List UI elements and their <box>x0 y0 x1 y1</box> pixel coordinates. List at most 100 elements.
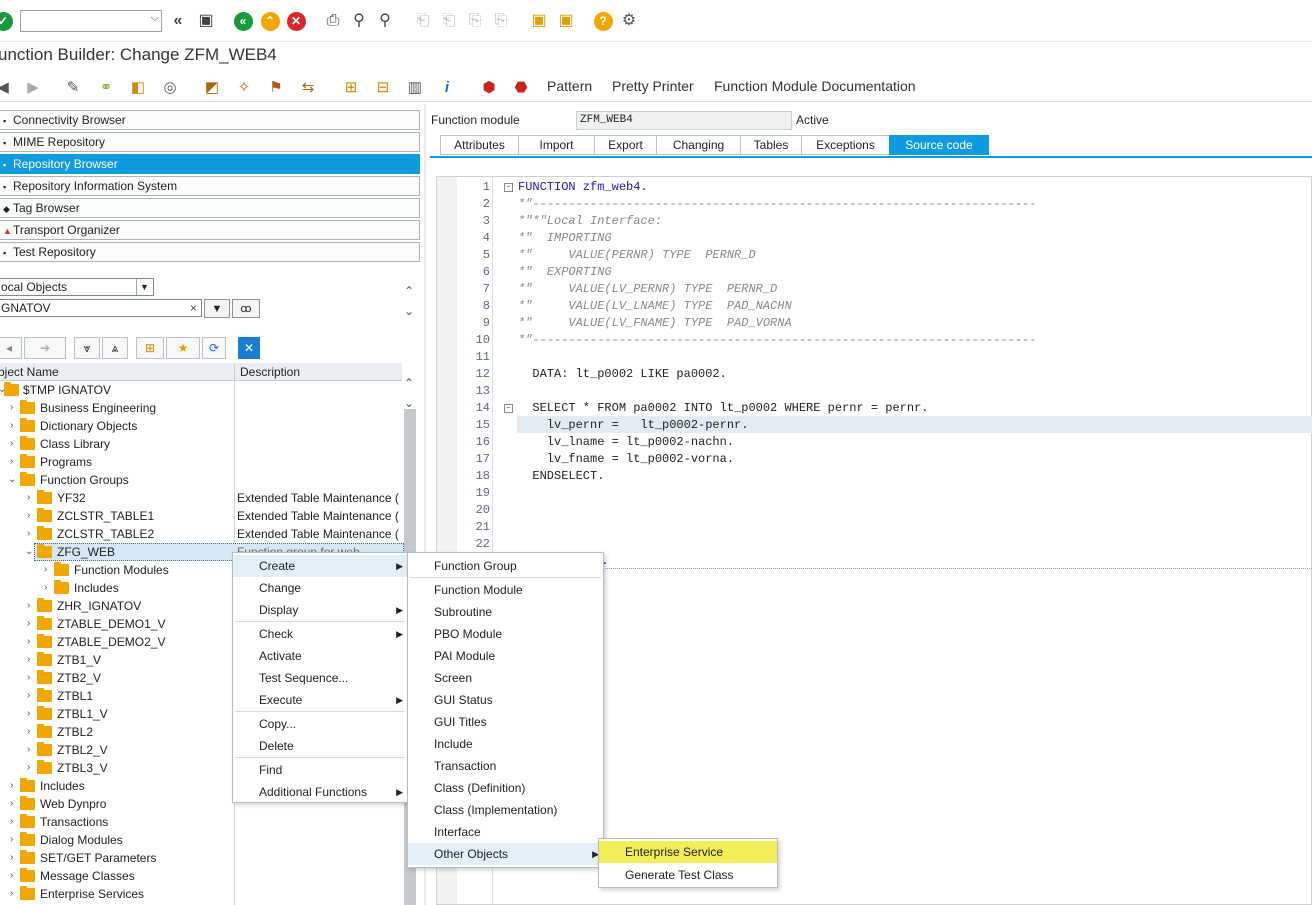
dropdown-button[interactable]: ▼ <box>204 299 230 318</box>
chevron-right-icon[interactable]: › <box>27 759 37 777</box>
favorites-button[interactable]: ★ <box>166 337 200 359</box>
object-name-input[interactable]: GNATOV × <box>0 299 202 317</box>
hierarchy-icon[interactable]: ⊞ <box>340 76 362 98</box>
nav-mime-repository[interactable]: ▪ MIME Repository <box>0 132 420 152</box>
menu-item-copy[interactable]: Copy... <box>233 713 407 735</box>
menu-item-additional-functions[interactable]: Additional Functions ▶ <box>233 781 407 803</box>
close-tree-button[interactable]: ✕ <box>238 337 260 359</box>
scroll-up-icon[interactable]: ⌃ <box>404 284 414 298</box>
chevron-down-icon[interactable]: ⌄ <box>25 543 35 561</box>
navigation-icon[interactable]: ⇆ <box>297 76 319 98</box>
new-session-icon[interactable]: ▣ <box>528 10 550 32</box>
menu-item-other-objects[interactable]: Other Objects ▶ <box>408 843 603 865</box>
menu-item-include[interactable]: Include <box>408 733 603 755</box>
menu-item-display[interactable]: Display ▶ <box>233 599 407 621</box>
tab-attributes[interactable]: Attributes <box>440 135 518 155</box>
chevron-down-icon[interactable]: ⌄ <box>8 471 18 489</box>
prev-page-icon[interactable]: ⎗ <box>438 10 460 32</box>
menu-item-pbo-module[interactable]: PBO Module <box>408 623 603 645</box>
chevron-right-icon[interactable]: › <box>10 849 20 867</box>
nav-tag-browser[interactable]: ◆ Tag Browser <box>0 198 420 218</box>
chevron-right-icon[interactable]: › <box>27 687 37 705</box>
object-type-select[interactable]: ocal Objects ▼ <box>0 278 154 296</box>
menu-item-function-group[interactable]: Function Group <box>408 555 603 577</box>
nav-repository-information-system[interactable]: ▪ Repository Information System <box>0 176 420 196</box>
enter-icon[interactable]: ✓ <box>0 10 14 32</box>
chevron-right-icon[interactable]: › <box>27 615 37 633</box>
pretty-printer-button[interactable]: Pretty Printer <box>612 78 694 94</box>
forward-arrow-icon[interactable]: ▶ <box>22 76 44 98</box>
forward-tree-button[interactable]: ➔ <box>24 337 66 359</box>
nav-connectivity-browser[interactable]: ▪ Connectivity Browser <box>0 110 420 130</box>
menu-item-pai-module[interactable]: PAI Module <box>408 645 603 667</box>
chevron-right-icon[interactable]: › <box>10 867 20 885</box>
refresh-button[interactable]: ⟳ <box>202 337 226 359</box>
help-icon[interactable]: ? <box>592 10 614 32</box>
tab-import[interactable]: Import <box>518 135 594 155</box>
external-breakpoint-icon[interactable]: ⬣ <box>510 76 532 98</box>
menu-item-execute[interactable]: Execute ▶ <box>233 689 407 711</box>
gear-icon[interactable]: ⚙ <box>618 10 640 32</box>
nav-transport-organizer[interactable]: ▲Transport Organizer <box>0 220 420 240</box>
info-icon[interactable]: i <box>436 76 458 98</box>
menu-item-create[interactable]: Create ▶ <box>233 555 407 577</box>
chevron-right-icon[interactable]: › <box>10 831 20 849</box>
back-icon[interactable]: « <box>232 10 254 32</box>
next-page-icon[interactable]: ⎘ <box>464 10 486 32</box>
back-tree-button[interactable]: ◂ <box>0 337 22 359</box>
shortcut-icon[interactable]: ▣ <box>555 10 577 32</box>
find-next-icon[interactable]: ⚲ <box>374 10 396 32</box>
tab-source-code[interactable]: Source code <box>889 135 989 155</box>
structure-icon[interactable]: ⊟ <box>372 76 394 98</box>
breakpoint-icon[interactable]: ⬢ <box>478 76 500 98</box>
menu-item-gui-status[interactable]: GUI Status <box>408 689 603 711</box>
scroll-down-icon[interactable]: ⌄ <box>404 304 414 318</box>
menu-item-class-implementation[interactable]: Class (Implementation) <box>408 799 603 821</box>
save-icon[interactable]: ▣ <box>195 10 217 32</box>
first-page-icon[interactable]: ⎗ <box>412 10 434 32</box>
clear-icon[interactable]: × <box>190 300 197 316</box>
chevron-down-icon[interactable]: ⌵ <box>151 12 159 25</box>
menu-item-test-sequence[interactable]: Test Sequence... <box>233 667 407 689</box>
chevron-right-icon[interactable]: › <box>10 417 20 435</box>
chevron-right-icon[interactable]: › <box>10 813 20 831</box>
collapse-icon[interactable]: « <box>167 10 189 32</box>
tree-scroll-down-icon[interactable]: ⌄ <box>404 396 414 410</box>
chevron-right-icon[interactable]: › <box>27 489 37 507</box>
chevron-right-icon[interactable]: › <box>27 597 37 615</box>
display-change-icon[interactable]: ✎ <box>62 76 84 98</box>
find-icon[interactable]: ⚲ <box>348 10 370 32</box>
tree-scroll-up-icon[interactable]: ⌃ <box>404 376 414 390</box>
chevron-right-icon[interactable]: › <box>27 705 37 723</box>
fold-minus-icon[interactable]: − <box>504 404 513 413</box>
collapse-all-button[interactable]: ⩓ <box>102 337 128 359</box>
tab-exceptions[interactable]: Exceptions <box>801 135 889 155</box>
where-used-icon[interactable]: ◩ <box>201 76 223 98</box>
activate-icon[interactable]: ◎ <box>159 76 181 98</box>
col-object-name[interactable]: bject Name <box>0 365 59 379</box>
expand-all-button[interactable]: ⩔ <box>74 337 100 359</box>
nav-test-repository[interactable]: ▪ Test Repository <box>0 242 420 262</box>
menu-item-function-module[interactable]: Function Module <box>408 579 603 601</box>
chevron-right-icon[interactable]: › <box>44 579 54 597</box>
command-field[interactable]: ⌵ <box>20 10 162 32</box>
print-icon[interactable]: ⎙ <box>322 10 344 32</box>
display-button[interactable]: ꝏ <box>232 299 260 318</box>
last-page-icon[interactable]: ⎘ <box>490 10 512 32</box>
pattern-button[interactable]: Pattern <box>547 78 592 94</box>
chevron-down-icon[interactable]: ▼ <box>136 279 152 295</box>
fm-documentation-button[interactable]: Function Module Documentation <box>714 78 916 94</box>
hierarchy-button[interactable]: ⊞ <box>136 337 164 359</box>
other-object-icon[interactable]: ⚭ <box>95 76 117 98</box>
menu-item-screen[interactable]: Screen <box>408 667 603 689</box>
chevron-right-icon[interactable]: › <box>10 885 20 903</box>
nav-repository-browser[interactable]: ▪ Repository Browser <box>0 154 420 174</box>
chevron-right-icon[interactable]: › <box>10 795 20 813</box>
chevron-right-icon[interactable]: › <box>27 507 37 525</box>
layout-icon[interactable]: ▥ <box>404 76 426 98</box>
menu-item-delete[interactable]: Delete <box>233 735 407 757</box>
chevron-right-icon[interactable]: › <box>27 651 37 669</box>
chevron-right-icon[interactable]: › <box>27 741 37 759</box>
tab-tables[interactable]: Tables <box>740 135 801 155</box>
chevron-right-icon[interactable]: › <box>27 723 37 741</box>
